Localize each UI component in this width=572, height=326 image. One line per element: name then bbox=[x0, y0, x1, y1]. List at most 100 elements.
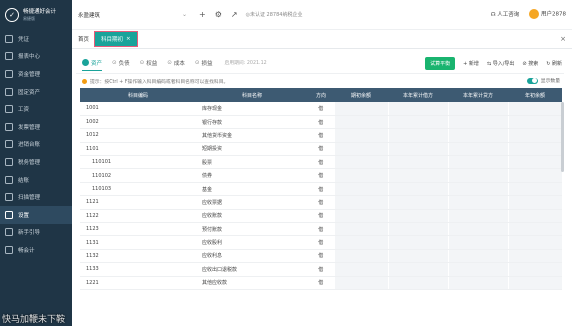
show-quantity-toggle[interactable] bbox=[526, 77, 538, 84]
ytd-credit-cell[interactable] bbox=[447, 168, 508, 183]
table-row[interactable]: 1012 其他货币资金借 bbox=[80, 128, 562, 143]
trial-balance-button[interactable]: 试算平衡 bbox=[425, 57, 456, 70]
tab-category-2[interactable]: ⊙ 权益 bbox=[140, 59, 158, 67]
year-start-balance-cell[interactable] bbox=[507, 115, 562, 130]
gear-icon[interactable]: ⚙ bbox=[215, 10, 222, 19]
ytd-debit-cell[interactable] bbox=[387, 262, 448, 277]
ytd-credit-cell[interactable] bbox=[447, 128, 508, 143]
ytd-debit-cell[interactable] bbox=[387, 276, 448, 290]
table-row[interactable]: 1001 库存现金借 bbox=[80, 102, 562, 116]
company-selector[interactable]: 永盈建筑 bbox=[78, 11, 178, 19]
opening-balance-cell[interactable] bbox=[333, 276, 388, 290]
opening-balance-cell[interactable] bbox=[333, 235, 388, 250]
import-export-button[interactable]: ⇆ 导入/导出 bbox=[487, 60, 514, 67]
table-row[interactable]: 1132 应收利息借 bbox=[80, 249, 562, 264]
opening-balance-cell[interactable] bbox=[333, 262, 388, 277]
table-row[interactable]: 1121 应收票据借 bbox=[80, 195, 562, 210]
sidebar-item-1[interactable]: 报表中心 bbox=[0, 48, 72, 66]
refresh-button[interactable]: ↻ 刷新 bbox=[546, 60, 562, 67]
opening-balance-cell[interactable] bbox=[333, 115, 388, 130]
ytd-credit-cell[interactable] bbox=[447, 276, 508, 290]
ytd-debit-cell[interactable] bbox=[387, 168, 448, 183]
ytd-credit-cell[interactable] bbox=[447, 235, 508, 250]
sidebar-item-10[interactable]: 设置 bbox=[0, 205, 72, 224]
year-start-balance-cell[interactable] bbox=[507, 168, 562, 183]
support-button[interactable]: ☊ 人工咨询 bbox=[491, 10, 520, 18]
ytd-debit-cell[interactable] bbox=[387, 249, 448, 264]
table-row[interactable]: 1123 预付账款借 bbox=[80, 222, 562, 237]
sidebar-item-4[interactable]: 工资 bbox=[0, 100, 72, 118]
year-start-balance-cell[interactable] bbox=[507, 155, 562, 170]
sidebar-item-11[interactable]: 新手引导 bbox=[0, 224, 72, 242]
ytd-debit-cell[interactable] bbox=[387, 222, 448, 237]
table-row[interactable]: 110103 基金借 bbox=[80, 182, 562, 197]
sidebar-item-2[interactable]: 资金管理 bbox=[0, 65, 72, 83]
year-start-balance-cell[interactable] bbox=[507, 195, 562, 210]
ytd-debit-cell[interactable] bbox=[387, 235, 448, 250]
scrollbar[interactable] bbox=[561, 102, 564, 172]
ytd-credit-cell[interactable] bbox=[447, 115, 508, 130]
opening-balance-cell[interactable] bbox=[333, 102, 388, 116]
ytd-debit-cell[interactable] bbox=[387, 102, 448, 116]
opening-balance-cell[interactable] bbox=[333, 249, 388, 264]
tab-category-4[interactable]: ⊙ 损益 bbox=[195, 59, 213, 67]
sidebar-item-9[interactable]: 扫描管理 bbox=[0, 188, 72, 206]
chevron-down-icon[interactable]: ⌄ bbox=[182, 11, 187, 18]
table-row[interactable]: 1101 短期投资借 bbox=[80, 142, 562, 157]
year-start-balance-cell[interactable] bbox=[507, 102, 562, 116]
opening-balance-cell[interactable] bbox=[333, 168, 388, 183]
sidebar-item-5[interactable]: 发票管理 bbox=[0, 118, 72, 136]
ytd-debit-cell[interactable] bbox=[387, 195, 448, 210]
year-start-balance-cell[interactable] bbox=[507, 276, 562, 290]
close-all-tabs-icon[interactable]: × bbox=[560, 35, 566, 43]
ytd-credit-cell[interactable] bbox=[447, 102, 508, 116]
sidebar-item-8[interactable]: 结账 bbox=[0, 171, 72, 189]
user-menu[interactable]: 用户2878 bbox=[529, 9, 566, 19]
ytd-debit-cell[interactable] bbox=[387, 128, 448, 143]
ytd-debit-cell[interactable] bbox=[387, 142, 448, 157]
year-start-balance-cell[interactable] bbox=[507, 235, 562, 250]
add-button[interactable]: + 新增 bbox=[463, 60, 479, 67]
opening-balance-cell[interactable] bbox=[333, 142, 388, 157]
ytd-credit-cell[interactable] bbox=[447, 209, 508, 224]
table-row[interactable]: 110102 债券借 bbox=[80, 168, 562, 183]
sidebar-item-3[interactable]: 固定资产 bbox=[0, 83, 72, 101]
year-start-balance-cell[interactable] bbox=[507, 222, 562, 237]
year-start-balance-cell[interactable] bbox=[507, 262, 562, 277]
year-start-balance-cell[interactable] bbox=[507, 209, 562, 224]
ytd-credit-cell[interactable] bbox=[447, 195, 508, 210]
sidebar-item-6[interactable]: 进销台账 bbox=[0, 136, 72, 154]
tab-category-0[interactable]: 资产 bbox=[82, 59, 103, 71]
opening-balance-cell[interactable] bbox=[333, 128, 388, 143]
ytd-debit-cell[interactable] bbox=[387, 155, 448, 170]
ytd-debit-cell[interactable] bbox=[387, 209, 448, 224]
sidebar-item-7[interactable]: 税务管理 bbox=[0, 153, 72, 171]
opening-balance-cell[interactable] bbox=[333, 195, 388, 210]
opening-balance-cell[interactable] bbox=[333, 182, 388, 197]
opening-balance-cell[interactable] bbox=[333, 209, 388, 224]
table-row[interactable]: 1133 应收出口退税款借 bbox=[80, 262, 562, 277]
opening-balance-cell[interactable] bbox=[333, 222, 388, 237]
table-row[interactable]: 110101 股票借 bbox=[80, 155, 562, 170]
close-icon[interactable]: × bbox=[126, 36, 131, 42]
opening-balance-cell[interactable] bbox=[333, 155, 388, 170]
search-button[interactable]: ⊘ 搜索 bbox=[522, 60, 538, 67]
ytd-credit-cell[interactable] bbox=[447, 262, 508, 277]
ytd-credit-cell[interactable] bbox=[447, 222, 508, 237]
tab-opening-balance[interactable]: 科目期初 × bbox=[94, 31, 138, 47]
share-icon[interactable]: ↗ bbox=[231, 10, 238, 19]
ytd-credit-cell[interactable] bbox=[447, 155, 508, 170]
table-row[interactable]: 1002 银行存款借 bbox=[80, 115, 562, 130]
sidebar-item-12[interactable]: 畅会计 bbox=[0, 241, 72, 259]
table-row[interactable]: 1221 其他应收款借 bbox=[80, 276, 562, 290]
ytd-debit-cell[interactable] bbox=[387, 182, 448, 197]
ytd-debit-cell[interactable] bbox=[387, 115, 448, 130]
table-row[interactable]: 1131 应收股利借 bbox=[80, 235, 562, 250]
tab-category-1[interactable]: ⊙ 负债 bbox=[112, 59, 130, 67]
year-start-balance-cell[interactable] bbox=[507, 128, 562, 143]
ytd-credit-cell[interactable] bbox=[447, 142, 508, 157]
year-start-balance-cell[interactable] bbox=[507, 182, 562, 197]
tab-category-3[interactable]: ⊙ 成本 bbox=[167, 59, 185, 67]
add-icon[interactable]: + bbox=[199, 10, 206, 19]
tab-home[interactable]: 首页 bbox=[72, 35, 95, 43]
